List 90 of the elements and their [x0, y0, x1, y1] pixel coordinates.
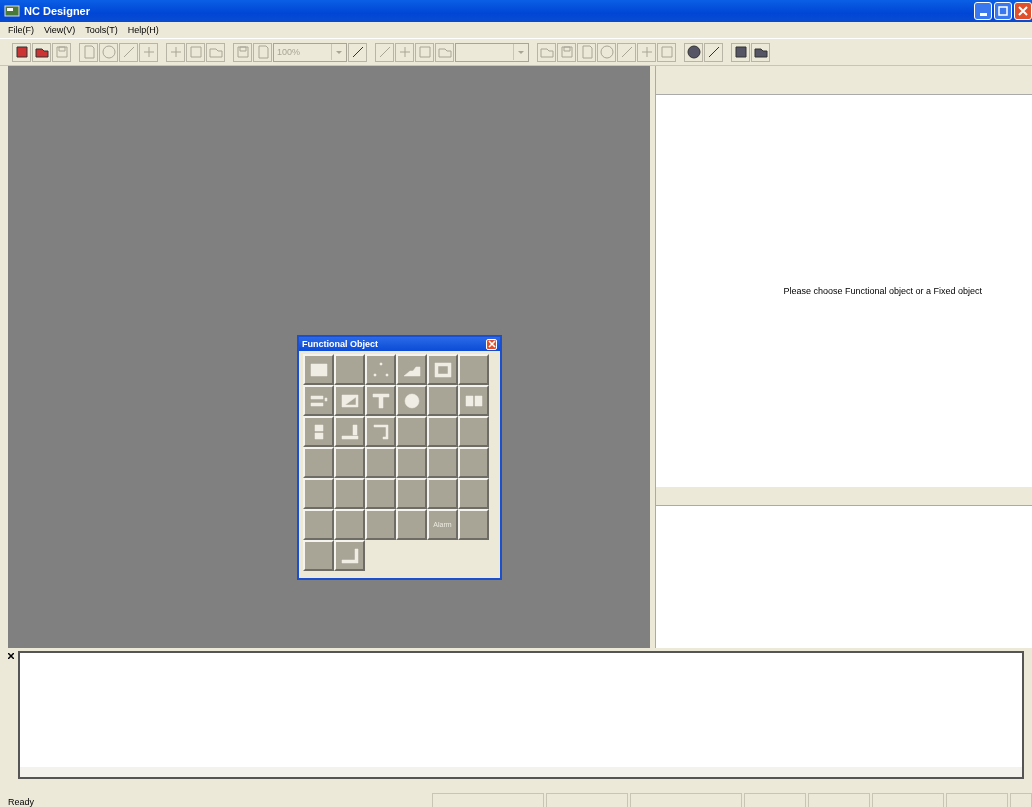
object-button[interactable] [396, 385, 427, 416]
status-pane [1010, 793, 1032, 807]
object-button[interactable] [334, 509, 365, 540]
close-icon[interactable] [8, 653, 14, 659]
close-icon [487, 340, 496, 348]
object-icon [340, 392, 359, 409]
toolbar-button[interactable] [731, 42, 750, 62]
toolbar-icon [234, 44, 251, 60]
object-button[interactable] [365, 354, 396, 385]
object-button[interactable] [458, 509, 489, 540]
status-pane [872, 793, 944, 807]
toolbar-icon [685, 44, 702, 60]
properties-message: Please choose Functional object or a Fixed object [783, 286, 982, 296]
object-button[interactable] [365, 416, 396, 447]
toolbar-icon [658, 44, 675, 60]
toolbar-icon [100, 44, 117, 60]
object-button[interactable] [396, 416, 427, 447]
menu-item[interactable]: Help(H) [125, 25, 161, 35]
object-button[interactable] [365, 478, 396, 509]
menu-item[interactable]: Tools(T) [83, 25, 120, 35]
object-button[interactable] [334, 385, 365, 416]
object-button[interactable] [427, 385, 458, 416]
object-icon [402, 392, 421, 409]
object-button[interactable] [303, 447, 334, 478]
object-button[interactable] [458, 447, 489, 478]
object-button[interactable] [334, 447, 365, 478]
toolbar-button[interactable] [348, 42, 367, 62]
object-icon [340, 423, 359, 440]
toolbar-icon [598, 44, 615, 60]
object-button[interactable] [365, 509, 396, 540]
minimize-button[interactable] [974, 2, 992, 20]
object-button[interactable] [396, 478, 427, 509]
object-icon [309, 361, 328, 378]
object-button[interactable] [396, 354, 427, 385]
status-pane [946, 793, 1008, 807]
object-button[interactable] [427, 447, 458, 478]
object-button[interactable] [427, 478, 458, 509]
object-button[interactable] [334, 478, 365, 509]
object-button[interactable] [458, 385, 489, 416]
object-button[interactable] [458, 416, 489, 447]
object-button[interactable] [458, 354, 489, 385]
close-button[interactable] [486, 338, 497, 350]
toolbar-button[interactable] [684, 42, 703, 62]
object-button[interactable] [303, 478, 334, 509]
object-button[interactable] [427, 354, 458, 385]
toolbar-button[interactable] [704, 42, 723, 62]
object-button[interactable] [303, 354, 334, 385]
object-icon [309, 392, 328, 409]
object-button[interactable] [303, 540, 334, 571]
toolbar-icon [558, 44, 575, 60]
status-text: Ready [8, 797, 34, 807]
toolbar-button[interactable] [751, 42, 770, 62]
menu-item[interactable]: File(F) [6, 25, 36, 35]
object-button[interactable] [334, 354, 365, 385]
toolbar-button[interactable] [12, 42, 31, 62]
minimize-icon [979, 12, 987, 16]
maximize-button[interactable] [994, 2, 1012, 20]
toolbar-icon [53, 44, 70, 60]
object-icon [433, 361, 452, 378]
object-button[interactable] [396, 447, 427, 478]
menu-item[interactable]: View(V) [42, 25, 78, 35]
object-icon [464, 392, 483, 409]
object-button[interactable] [365, 385, 396, 416]
app-icon [4, 4, 20, 18]
toolbar-icon [13, 44, 30, 60]
object-button[interactable] [458, 478, 489, 509]
object-button[interactable] [303, 509, 334, 540]
object-icon [371, 423, 390, 440]
object-button[interactable] [396, 509, 427, 540]
window-title: NC Designer [24, 5, 91, 17]
object-button[interactable] [427, 416, 458, 447]
object-icon [371, 392, 390, 409]
toolbar-icon [187, 44, 204, 60]
object-icon [371, 361, 390, 378]
object-button[interactable] [365, 447, 396, 478]
toolbar-icon [416, 44, 433, 60]
close-button[interactable] [1014, 2, 1032, 20]
object-button[interactable] [334, 540, 365, 571]
object-icon [340, 547, 359, 564]
horizontal-scrollbar[interactable] [20, 767, 1022, 777]
status-pane [808, 793, 870, 807]
object-button[interactable] [334, 416, 365, 447]
toolbar-icon [732, 44, 749, 60]
palette-title: Functional Object [302, 339, 378, 349]
toolbar-button[interactable] [32, 42, 51, 62]
close-icon [1018, 6, 1028, 16]
object-button[interactable] [303, 416, 334, 447]
maximize-icon [998, 6, 1008, 16]
status-pane [744, 793, 806, 807]
object-button[interactable] [303, 385, 334, 416]
